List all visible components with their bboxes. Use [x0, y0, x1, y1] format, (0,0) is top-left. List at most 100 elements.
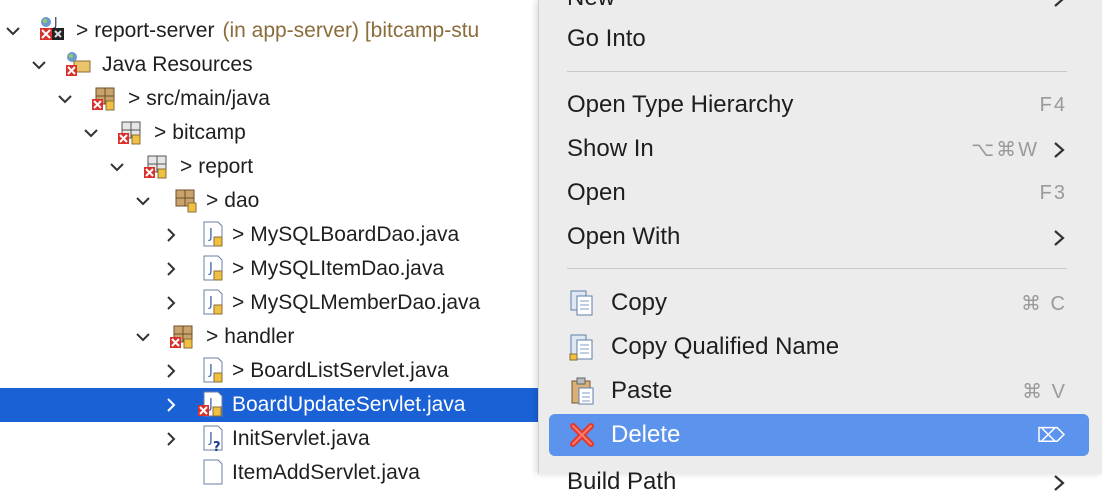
menu-item-label: Paste: [611, 377, 673, 404]
chevron-down-icon[interactable]: [134, 192, 152, 210]
chevron-right-icon: [1051, 472, 1067, 492]
dirty-marker: >: [154, 121, 167, 144]
tree-row-label: > handler: [206, 325, 294, 349]
menu-item-build-path[interactable]: Build Path: [549, 462, 1089, 502]
menu-item-go-into[interactable]: Go Into: [549, 19, 1089, 59]
tree-row-label: > dao: [206, 189, 259, 213]
tree-row-itemaddservlet[interactable]: ItemAddServlet.java: [0, 456, 560, 490]
menu-item-shortcut: ⌘ V: [1022, 380, 1067, 403]
tree-row-label: > bitcamp: [154, 121, 246, 145]
java-file-error-icon: J: [196, 390, 224, 418]
tree-row-label: InitServlet.java: [232, 427, 370, 451]
menu-item-label: Open Type Hierarchy: [567, 91, 794, 118]
source-folder-icon: [90, 84, 118, 112]
chevron-right-icon: [1051, 227, 1067, 247]
tree-row-label: > report: [180, 155, 253, 179]
chevron-right-icon[interactable]: [162, 396, 180, 414]
file-name: BoardUpdateServlet.java: [232, 393, 466, 416]
file-name: MySQLMemberDao.java: [250, 291, 481, 314]
menu-item-paste[interactable]: Paste ⌘ V: [549, 371, 1089, 411]
folder-name: src/main/java: [146, 87, 270, 110]
dirty-marker: >: [232, 257, 245, 280]
package-name: report: [198, 155, 254, 178]
copy-icon: [567, 288, 597, 318]
menu-item-copy-qualified-name[interactable]: Copy Qualified Name: [549, 327, 1089, 367]
tree-row-java-resources[interactable]: Java Resources: [0, 48, 560, 82]
file-name: ItemAddServlet.java: [232, 461, 420, 484]
tree-row-src-main-java[interactable]: > src/main/java: [0, 82, 560, 116]
chevron-down-icon[interactable]: [108, 158, 126, 176]
chevron-right-icon[interactable]: [162, 362, 180, 380]
chevron-down-icon[interactable]: [82, 124, 100, 142]
tree-row-mysqlmemberdao[interactable]: J > MySQLMemberDao.java: [0, 286, 560, 320]
tree-row-mysqlitemdao[interactable]: J > MySQLItemDao.java: [0, 252, 560, 286]
chevron-right-icon[interactable]: [162, 260, 180, 278]
menu-item-delete[interactable]: Delete ⌦: [549, 414, 1089, 456]
chevron-right-icon[interactable]: [162, 226, 180, 244]
menu-item-open-type-hierarchy[interactable]: Open Type Hierarchy F4: [549, 85, 1089, 125]
paste-icon: [567, 376, 597, 406]
dirty-marker: >: [128, 87, 141, 110]
context-menu: New Go Into Open Type Hierarchy F4 Show …: [538, 0, 1102, 495]
java-resources-icon: [64, 50, 92, 78]
menu-item-label: Open With: [567, 223, 681, 250]
svg-text:J: J: [208, 363, 213, 378]
tree-row-label: > MySQLBoardDao.java: [232, 223, 459, 247]
dirty-marker: >: [76, 19, 89, 42]
tree-row-label: Java Resources: [102, 53, 253, 77]
tree-row-label: BoardUpdateServlet.java: [232, 393, 465, 417]
menu-item-label: Build Path: [567, 468, 677, 495]
tree-row-dao[interactable]: > dao: [0, 184, 560, 218]
tree-row-mysqlboarddao[interactable]: J > MySQLBoardDao.java: [0, 218, 560, 252]
menu-item-copy[interactable]: Copy ⌘ C: [549, 283, 1089, 323]
menu-item-shortcut: ⌘ C: [1021, 292, 1067, 315]
chevron-down-icon[interactable]: [134, 328, 152, 346]
menu-item-shortcut: F4: [1039, 93, 1067, 116]
tree-row-boardlistservlet[interactable]: J > BoardListServlet.java: [0, 354, 560, 388]
menu-item-shortcut: ⌥⌘W: [971, 138, 1039, 161]
file-name: InitServlet.java: [232, 427, 370, 450]
package-icon: [168, 322, 196, 350]
svg-text:J: J: [208, 227, 213, 242]
svg-text:?: ?: [213, 440, 221, 452]
dirty-marker: >: [232, 223, 245, 246]
menu-item-label: Delete: [611, 421, 681, 448]
tree-row-bitcamp[interactable]: > bitcamp: [0, 116, 560, 150]
chevron-right-icon: [1051, 139, 1067, 159]
java-file-unknown-icon: J ?: [198, 424, 226, 455]
tree-row-report[interactable]: > report: [0, 150, 560, 184]
tree-row-label: > BoardListServlet.java: [232, 359, 449, 383]
menu-item-show-in[interactable]: Show In ⌥⌘W: [549, 129, 1089, 169]
tree-row-boardupdateservlet[interactable]: J BoardUpdateServlet.java: [0, 388, 560, 422]
menu-item-open-with[interactable]: Open With: [549, 217, 1089, 257]
svg-text:J: J: [53, 15, 58, 29]
menu-item-label: Go Into: [567, 25, 646, 52]
menu-item-open[interactable]: Open F3: [549, 173, 1089, 213]
chevron-right-icon[interactable]: [162, 430, 180, 448]
chevron-down-icon[interactable]: [4, 22, 22, 40]
java-file-icon: [198, 458, 226, 486]
menu-item-new[interactable]: New: [549, 0, 1089, 18]
svg-text:J: J: [208, 295, 213, 310]
menu-item-label: Open: [567, 179, 626, 206]
package-name: handler: [224, 325, 295, 348]
chevron-down-icon[interactable]: [30, 56, 48, 74]
dirty-marker: >: [180, 155, 193, 178]
tree-row-label: > src/main/java: [128, 87, 270, 111]
menu-item-label: New: [567, 0, 615, 12]
package-name: dao: [224, 189, 260, 212]
tree-row-label: > report-server (in app-server) [bitcamp…: [76, 19, 479, 43]
file-name: BoardListServlet.java: [250, 359, 449, 382]
java-file-icon: J: [198, 254, 226, 282]
java-file-icon: J: [198, 220, 226, 248]
project-name: report-server: [94, 19, 215, 42]
tree-row-report-server[interactable]: J > report-server (in app-server) [bitca…: [0, 14, 560, 48]
chevron-down-icon[interactable]: [56, 90, 74, 108]
chevron-right-icon: [1051, 0, 1067, 8]
menu-item-shortcut: F3: [1039, 181, 1067, 204]
tree-row-initservlet[interactable]: J ? InitServlet.java: [0, 422, 560, 456]
copy-qualified-name-icon: [567, 332, 597, 362]
tree-row-handler[interactable]: > handler: [0, 320, 560, 354]
chevron-right-icon[interactable]: [162, 294, 180, 312]
menu-separator: [567, 268, 1067, 269]
